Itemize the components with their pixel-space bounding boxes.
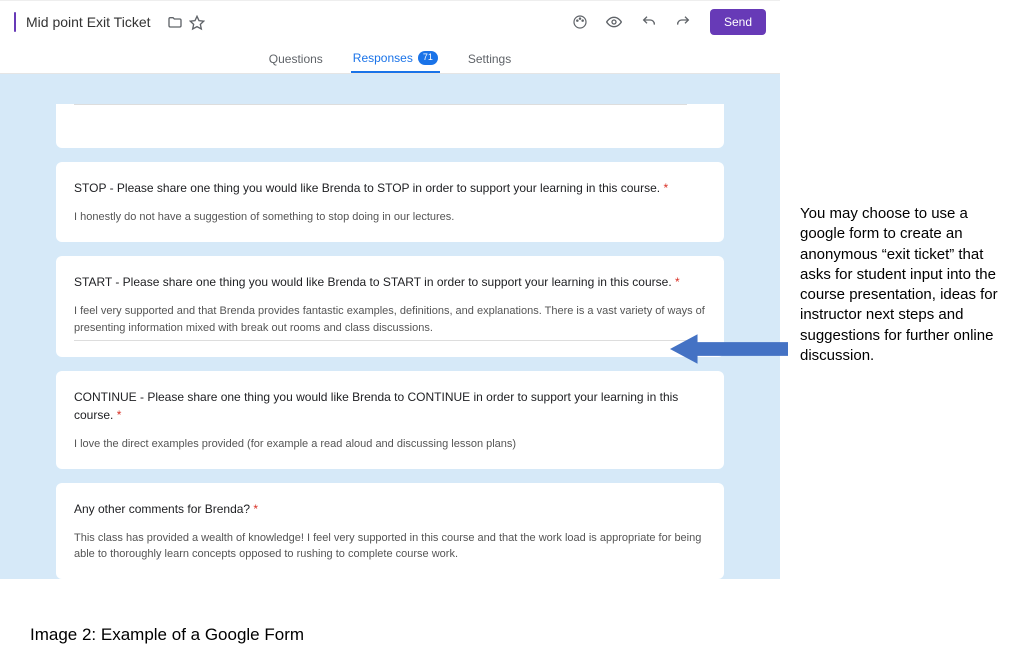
- annotation-arrow-icon: [670, 332, 788, 366]
- google-form-window: Mid point Exit Ticket: [0, 0, 780, 579]
- responses-canvas: STOP - Please share one thing you would …: [0, 74, 780, 579]
- tab-responses[interactable]: Responses 71: [351, 47, 440, 73]
- folder-icon[interactable]: [167, 13, 183, 30]
- question-text: START - Please share one thing you would…: [74, 275, 672, 289]
- accent-bar: [14, 12, 16, 32]
- required-marker: *: [250, 502, 258, 516]
- undo-icon[interactable]: [641, 13, 661, 30]
- tab-label: Settings: [468, 52, 511, 66]
- tab-questions[interactable]: Questions: [267, 47, 325, 73]
- question-title: CONTINUE - Please share one thing you wo…: [74, 389, 706, 424]
- question-text: STOP - Please share one thing you would …: [74, 181, 660, 195]
- required-marker: *: [672, 275, 680, 289]
- answer-text: I love the direct examples provided (for…: [74, 436, 706, 453]
- question-text: Any other comments for Brenda?: [74, 502, 250, 516]
- question-title: START - Please share one thing you would…: [74, 274, 706, 291]
- tab-bar: Questions Responses 71 Settings: [0, 41, 780, 74]
- answer-underline: [74, 340, 687, 341]
- response-card-stop: STOP - Please share one thing you would …: [56, 162, 724, 242]
- required-marker: *: [113, 408, 121, 422]
- tab-label: Responses: [353, 51, 413, 65]
- annotation-text: You may choose to use a google form to c…: [800, 204, 1000, 366]
- response-card-start: START - Please share one thing you would…: [56, 256, 724, 357]
- question-title: STOP - Please share one thing you would …: [74, 180, 706, 197]
- response-card-other: Any other comments for Brenda? * This cl…: [56, 483, 724, 579]
- header-actions: Send: [565, 9, 766, 35]
- answer-text: This class has provided a wealth of know…: [74, 530, 706, 563]
- figure-caption: Image 2: Example of a Google Form: [30, 625, 304, 645]
- answer-text: I honestly do not have a suggestion of s…: [74, 209, 706, 226]
- response-card-continue: CONTINUE - Please share one thing you wo…: [56, 371, 724, 468]
- tab-settings[interactable]: Settings: [466, 47, 513, 73]
- required-marker: *: [660, 181, 668, 195]
- redo-icon[interactable]: [675, 13, 695, 30]
- form-header: Mid point Exit Ticket: [0, 0, 780, 41]
- answer-text: I feel very supported and that Brenda pr…: [74, 303, 706, 336]
- question-text: CONTINUE - Please share one thing you wo…: [74, 390, 678, 421]
- preview-eye-icon[interactable]: [606, 13, 626, 30]
- form-title[interactable]: Mid point Exit Ticket: [26, 14, 151, 30]
- answer-underline: [74, 104, 687, 105]
- response-card-cut: [56, 104, 724, 148]
- palette-icon[interactable]: [572, 13, 592, 30]
- question-title: Any other comments for Brenda? *: [74, 501, 706, 518]
- responses-count-badge: 71: [418, 51, 438, 65]
- send-button[interactable]: Send: [710, 9, 766, 35]
- star-icon[interactable]: [189, 13, 205, 30]
- tab-label: Questions: [269, 52, 323, 66]
